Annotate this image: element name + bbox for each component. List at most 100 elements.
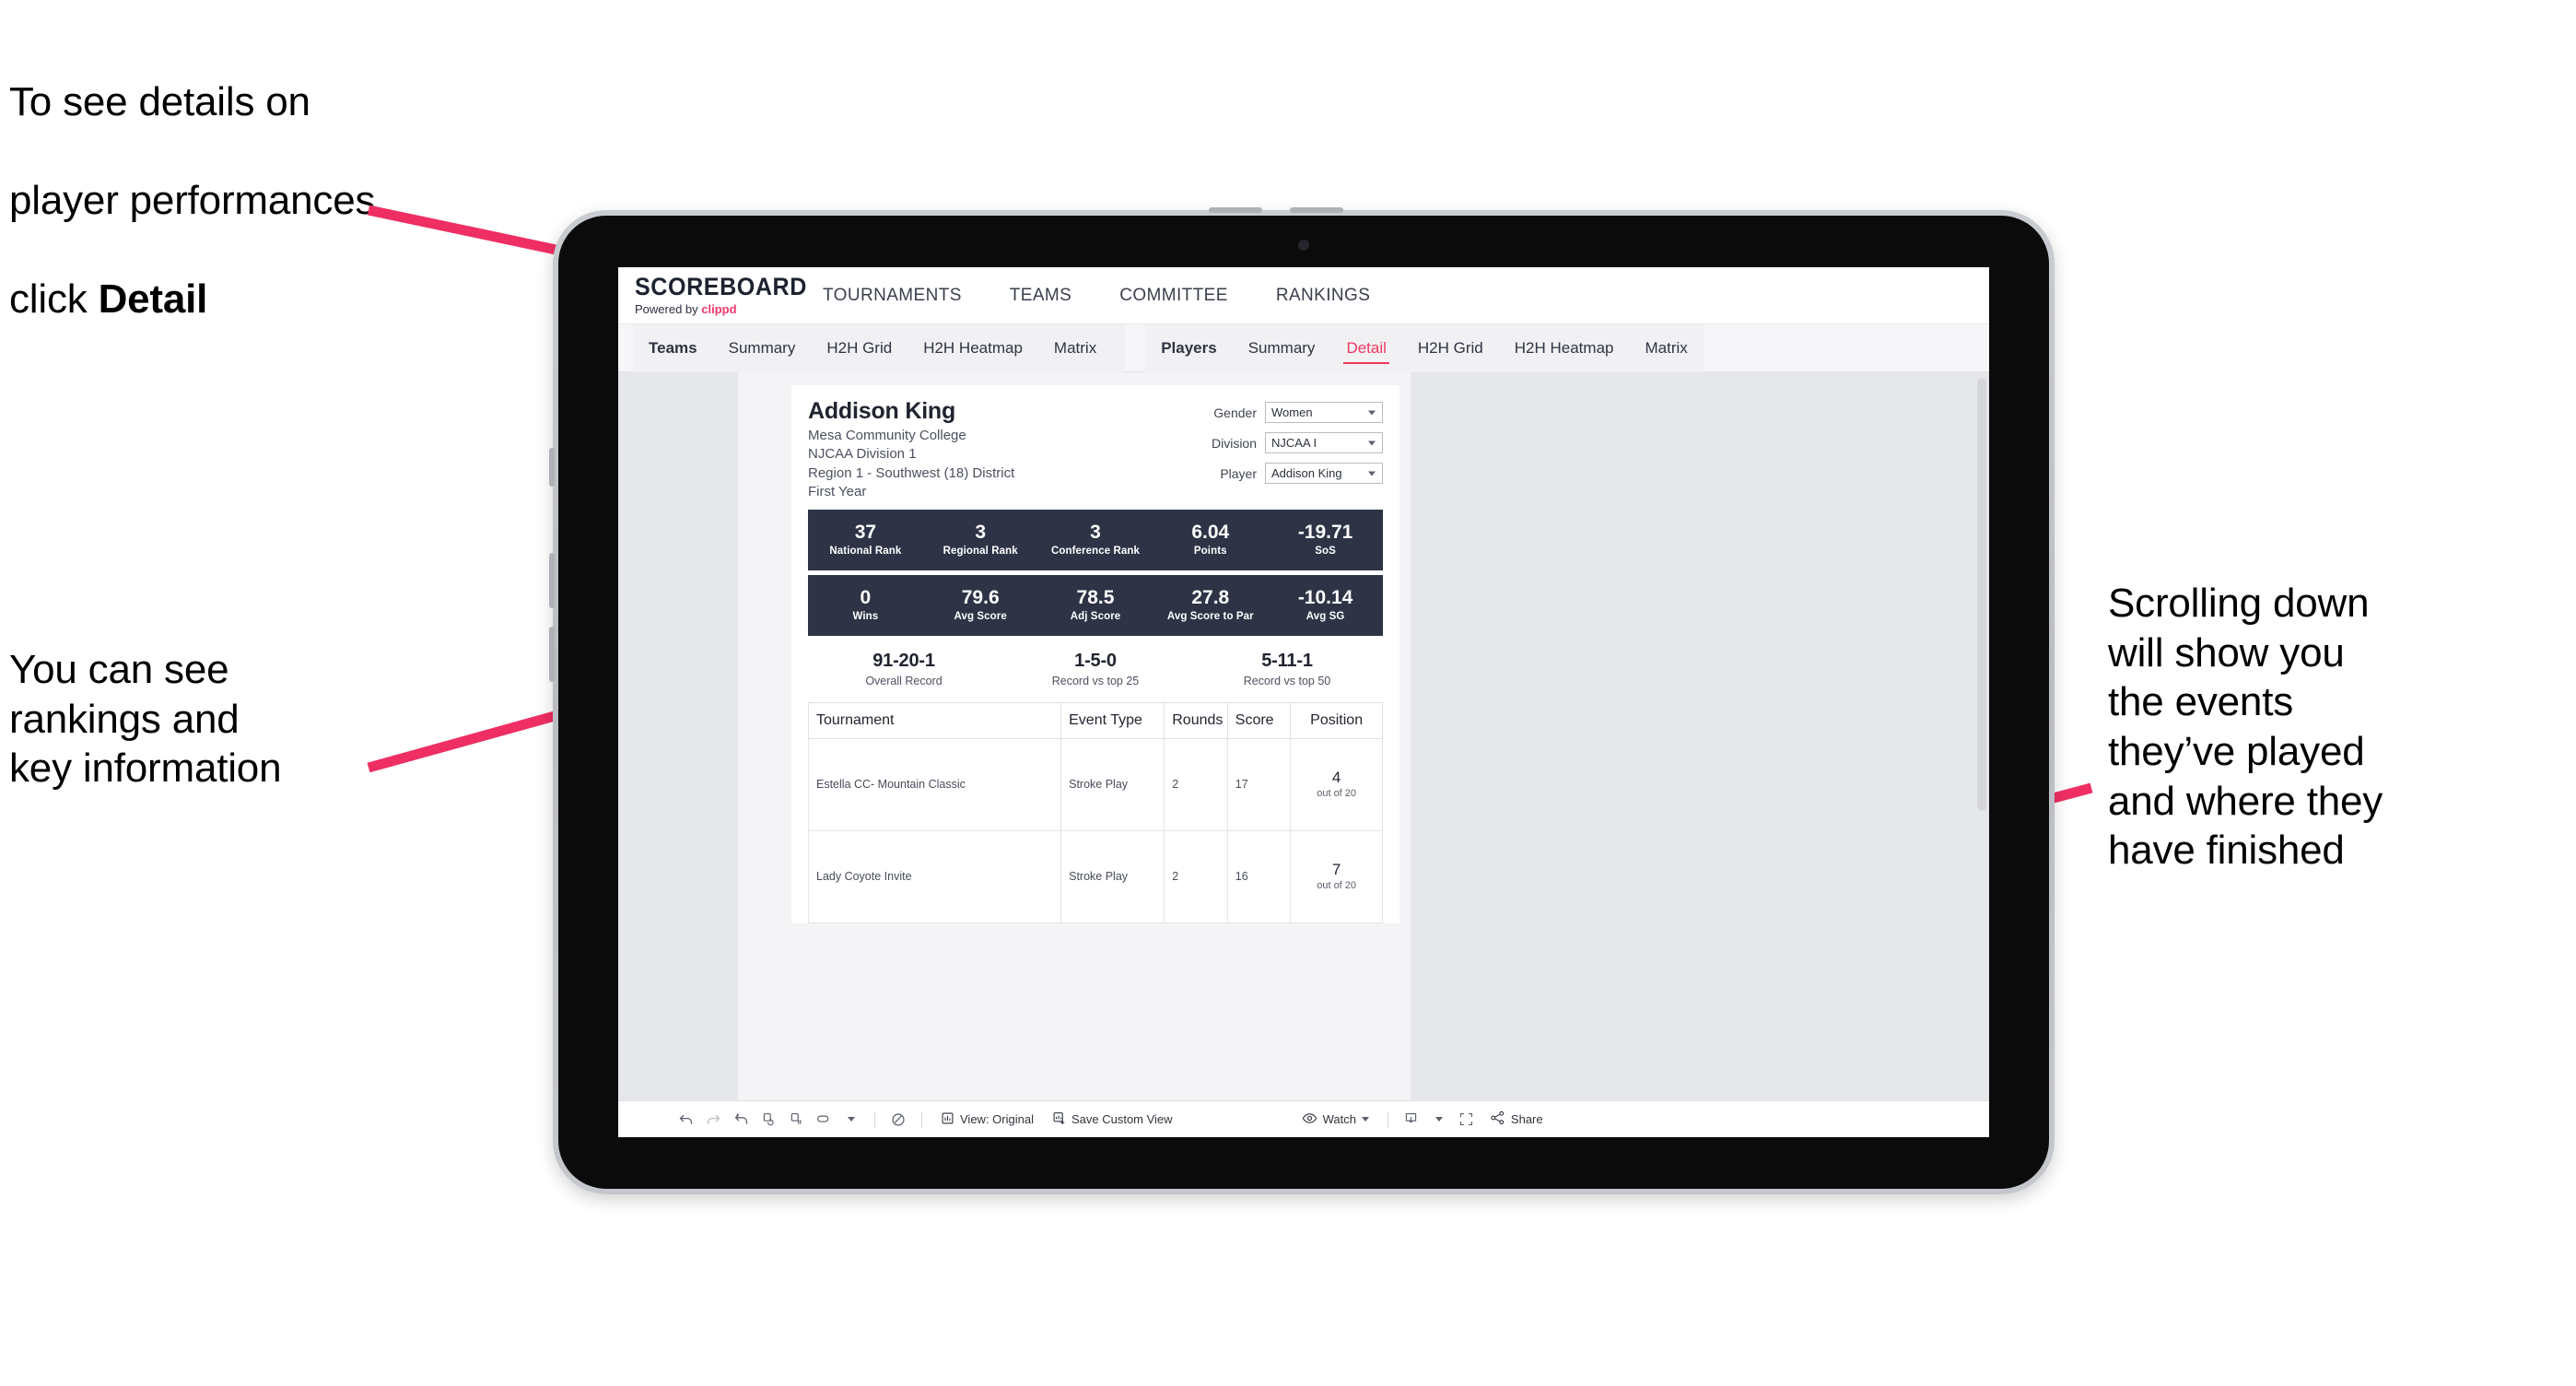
device-button-left-2 — [549, 553, 555, 608]
pause-icon[interactable] — [884, 1106, 912, 1133]
division-dropdown[interactable]: NJCAA I — [1265, 432, 1383, 453]
download-dropdown-icon[interactable] — [1425, 1106, 1453, 1133]
stat-avg-score: 79.6 Avg Score — [923, 587, 1038, 623]
stat-conference-rank: 3 Conference Rank — [1038, 522, 1153, 557]
annotation-top-left-line1: To see details on — [9, 78, 310, 124]
revert-icon[interactable] — [727, 1106, 755, 1133]
redo-icon[interactable] — [699, 1106, 727, 1133]
column-header-event-type[interactable]: Event Type — [1060, 701, 1165, 739]
column-header-score[interactable]: Score — [1226, 701, 1292, 739]
gender-dropdown-value: Women — [1271, 405, 1313, 419]
player-dropdown[interactable]: Addison King — [1265, 463, 1383, 484]
stat-avg-sg-value: -10.14 — [1297, 587, 1353, 609]
player-school: Mesa Community College — [808, 428, 966, 443]
stat-sos-label: SoS — [1315, 546, 1336, 558]
player-year: First Year — [808, 484, 867, 500]
pause-autoupdate-icon[interactable] — [782, 1106, 810, 1133]
chevron-down-icon — [1368, 410, 1376, 415]
tab-players-h2h-grid[interactable]: H2H Grid — [1402, 324, 1499, 372]
filter-player-label: Player — [1220, 465, 1257, 481]
share-button[interactable]: Share — [1481, 1110, 1552, 1128]
watch-button[interactable]: Watch — [1293, 1111, 1378, 1128]
stat-points-value: 6.04 — [1191, 522, 1230, 544]
player-meta: Mesa Community College NJCAA Division 1 … — [808, 427, 1014, 502]
gender-dropdown[interactable]: Women — [1265, 402, 1383, 423]
stat-conference-rank-value: 3 — [1090, 522, 1101, 544]
stat-national-rank: 37 National Rank — [808, 522, 923, 557]
share-icon — [1490, 1110, 1505, 1128]
nav-item-teams[interactable]: TEAMS — [986, 286, 1095, 306]
camera-icon — [1298, 240, 1309, 251]
undo-icon[interactable] — [672, 1106, 699, 1133]
tab-teams-h2h-heatmap[interactable]: H2H Heatmap — [907, 324, 1038, 372]
tab-players[interactable]: Players — [1145, 324, 1233, 372]
view-original-label: View: Original — [960, 1112, 1034, 1126]
viz-right-padding — [1411, 372, 1989, 1100]
cell-score: 17 — [1226, 737, 1292, 831]
view-original-icon — [941, 1111, 954, 1128]
brand-logo[interactable]: SCOREBOARD Powered by clippd — [618, 275, 806, 316]
eye-icon — [1302, 1111, 1317, 1128]
records-row: 91-20-1 Overall Record 1-5-0 Record vs t… — [808, 636, 1383, 702]
cell-event-type: Stroke Play — [1060, 737, 1165, 831]
column-header-position[interactable]: Position — [1290, 701, 1383, 739]
tab-teams-matrix[interactable]: Matrix — [1038, 324, 1112, 372]
table-row[interactable]: Estella CC- Mountain Classic Stroke Play… — [807, 737, 1383, 831]
column-header-rounds[interactable]: Rounds — [1164, 701, 1228, 739]
highlight-dropdown-icon[interactable] — [837, 1106, 865, 1133]
main-nav: TOURNAMENTS TEAMS COMMITTEE RANKINGS — [799, 286, 1394, 306]
sub-tab-bar: Teams Summary H2H Grid H2H Heatmap Matri… — [618, 323, 1989, 372]
cell-rounds: 2 — [1164, 737, 1228, 831]
record-top25: 1-5-0 Record vs top 25 — [1000, 651, 1191, 687]
stat-adj-score-label: Adj Score — [1070, 611, 1121, 623]
annotation-top-left-line3: click Detail — [9, 275, 617, 324]
viz-left-padding — [618, 372, 738, 1100]
view-original-button[interactable]: View: Original — [931, 1111, 1043, 1128]
save-custom-view-button[interactable]: Save Custom View — [1043, 1111, 1182, 1128]
filter-player: Player Addison King — [1212, 463, 1383, 484]
record-top50: 5-11-1 Record vs top 50 — [1191, 651, 1383, 687]
cell-rounds: 2 — [1164, 829, 1228, 923]
tab-teams-h2h-grid[interactable]: H2H Grid — [811, 324, 907, 372]
vertical-scrollbar[interactable] — [1977, 378, 1986, 811]
annotation-bottom-left: You can see rankings and key information — [9, 647, 282, 792]
tab-players-summary[interactable]: Summary — [1233, 324, 1331, 372]
column-header-tournament[interactable]: Tournament — [807, 701, 1062, 739]
stat-avg-sg-label: Avg SG — [1306, 611, 1345, 623]
filter-division: Division NJCAA I — [1212, 432, 1383, 453]
cell-position: 7 out of 20 — [1290, 829, 1383, 923]
table-row[interactable]: Lady Coyote Invite Stroke Play 2 16 7 ou… — [807, 829, 1383, 923]
stat-regional-rank-value: 3 — [975, 522, 987, 544]
cell-position-out-of: out of 20 — [1317, 880, 1357, 892]
tab-teams[interactable]: Teams — [633, 324, 713, 372]
fullscreen-icon[interactable] — [1453, 1106, 1481, 1133]
stat-avg-score-to-par-label: Avg Score to Par — [1166, 611, 1254, 623]
device-button-left-3 — [549, 627, 555, 682]
player-detail-card: Addison King Mesa Community College NJCA… — [791, 385, 1399, 923]
player-header: Addison King Mesa Community College NJCA… — [808, 398, 1383, 502]
cell-tournament: Estella CC- Mountain Classic — [807, 737, 1062, 831]
nav-item-rankings[interactable]: RANKINGS — [1252, 286, 1394, 306]
tablet-bezel: SCOREBOARD Powered by clippd TOURNAMENTS… — [558, 216, 2049, 1189]
nav-item-tournaments[interactable]: TOURNAMENTS — [799, 286, 986, 306]
annotation-top-left: To see details on player performances cl… — [9, 28, 617, 374]
download-icon[interactable] — [1398, 1106, 1425, 1133]
tab-players-detail[interactable]: Detail — [1330, 324, 1401, 372]
record-overall-value: 91-20-1 — [872, 650, 935, 671]
slide-canvas: To see details on player performances cl… — [0, 0, 2576, 1386]
highlight-icon[interactable] — [810, 1106, 837, 1133]
nav-item-committee[interactable]: COMMITTEE — [1095, 286, 1252, 306]
tablet-device: SCOREBOARD Powered by clippd TOURNAMENTS… — [549, 207, 2055, 1194]
stat-avg-score-label: Avg Score — [954, 611, 1007, 623]
tab-players-h2h-heatmap[interactable]: H2H Heatmap — [1499, 324, 1630, 372]
stat-avg-score-value: 79.6 — [961, 587, 1000, 609]
visualization-area: Addison King Mesa Community College NJCA… — [618, 372, 1989, 1100]
tab-teams-summary[interactable]: Summary — [713, 324, 812, 372]
refresh-data-icon[interactable] — [755, 1106, 782, 1133]
chevron-down-icon — [1434, 1117, 1443, 1122]
tab-players-matrix[interactable]: Matrix — [1629, 324, 1703, 372]
chevron-down-icon — [1361, 1117, 1369, 1122]
annotation-click-text: click — [9, 276, 99, 323]
player-region: Region 1 - Southwest (18) District — [808, 464, 1015, 481]
record-top50-label: Record vs top 50 — [1243, 674, 1331, 687]
